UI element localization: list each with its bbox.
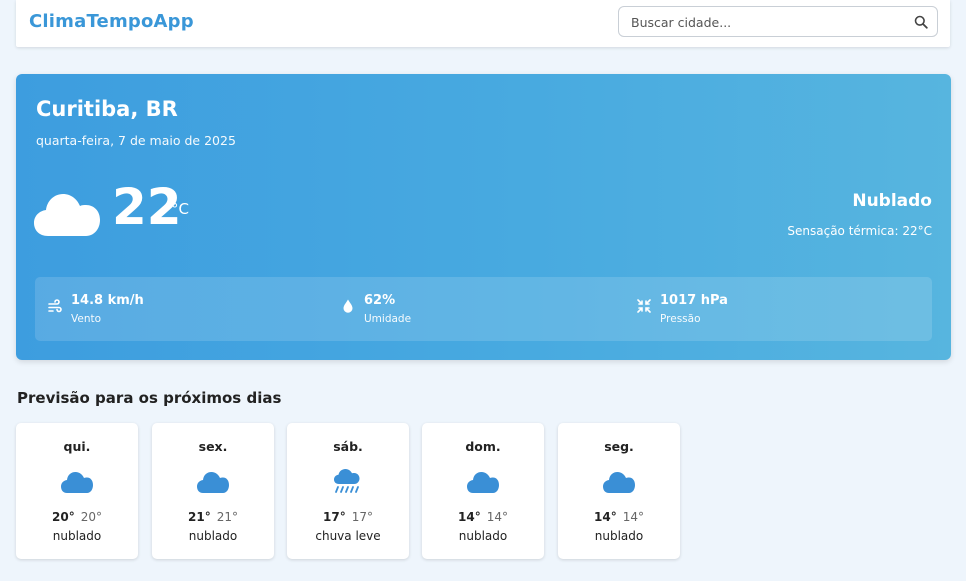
forecast-day: dom. — [465, 439, 501, 454]
pressure-label: Pressão — [660, 313, 701, 325]
forecast-card[interactable]: seg. 14° 14° nublado — [558, 423, 680, 559]
forecast-desc: nublado — [458, 529, 508, 543]
current-date: quarta-feira, 7 de maio de 2025 — [36, 133, 236, 148]
forecast-day: seg. — [604, 439, 634, 454]
app-header: ClimaTempoApp — [16, 0, 950, 47]
forecast-max: 14° — [594, 510, 617, 524]
forecast-max: 14° — [458, 510, 481, 524]
forecast-min: 14° — [486, 510, 508, 524]
humidity-value: 62% — [364, 293, 396, 308]
droplet-icon — [343, 299, 353, 313]
city-name: Curitiba, BR — [36, 97, 178, 121]
humidity-label: Umidade — [364, 313, 412, 325]
search-input[interactable] — [631, 13, 901, 31]
temperature-unit: °C — [171, 200, 189, 218]
forecast-title: Previsão para os próximos dias — [17, 389, 282, 407]
forecast-day: qui. — [63, 439, 91, 454]
forecast-max: 17° — [323, 510, 346, 524]
forecast-temps: 20° 20° — [16, 510, 138, 524]
forecast-temps: 14° 14° — [422, 510, 544, 524]
forecast-min: 14° — [622, 510, 644, 524]
forecast-temps: 14° 14° — [558, 510, 680, 524]
forecast-card[interactable]: sex. 21° 21° nublado — [152, 423, 274, 559]
forecast-card[interactable]: dom. 14° 14° nublado — [422, 423, 544, 559]
forecast-min: 21° — [216, 510, 238, 524]
forecast-desc: nublado — [52, 529, 102, 543]
forecast-temps: 21° 21° — [152, 510, 274, 524]
forecast-desc: nublado — [188, 529, 238, 543]
pressure-icon — [637, 299, 651, 313]
forecast-day: sex. — [198, 439, 228, 454]
forecast-max: 20° — [52, 510, 75, 524]
forecast-temps: 17° 17° — [287, 510, 409, 524]
forecast-card[interactable]: sáb. 17° 17° chuva leve — [287, 423, 409, 559]
forecast-max: 21° — [188, 510, 211, 524]
cloud-icon — [34, 194, 100, 236]
cloud-icon — [61, 472, 93, 493]
wind-label: Vento — [71, 313, 102, 325]
rain-cloud-icon — [334, 469, 360, 493]
forecast-desc: nublado — [594, 529, 644, 543]
weather-condition: Nublado — [852, 191, 932, 211]
forecast-min: 20° — [80, 510, 102, 524]
forecast-card[interactable]: qui. 20° 20° nublado — [16, 423, 138, 559]
cloud-icon — [467, 472, 499, 493]
pressure-value: 1017 hPa — [660, 293, 728, 308]
search-button[interactable] — [911, 12, 931, 32]
wind-value: 14.8 km/h — [71, 293, 144, 308]
forecast-day: sáb. — [333, 439, 363, 454]
forecast-min: 17° — [351, 510, 373, 524]
search-icon — [914, 15, 928, 29]
cloud-icon — [197, 472, 229, 493]
app-logo[interactable]: ClimaTempoApp — [29, 11, 194, 32]
current-weather-card: Curitiba, BR quarta-feira, 7 de maio de … — [16, 74, 951, 360]
feels-like: Sensação térmica: 22°C — [787, 224, 932, 238]
forecast-desc: chuva leve — [315, 529, 381, 543]
weather-stats: 14.8 km/h Vento 62% Umidade 1017 hPa Pre… — [35, 277, 932, 341]
cloud-icon — [603, 472, 635, 493]
wind-icon — [48, 299, 62, 313]
search-box — [618, 6, 938, 37]
